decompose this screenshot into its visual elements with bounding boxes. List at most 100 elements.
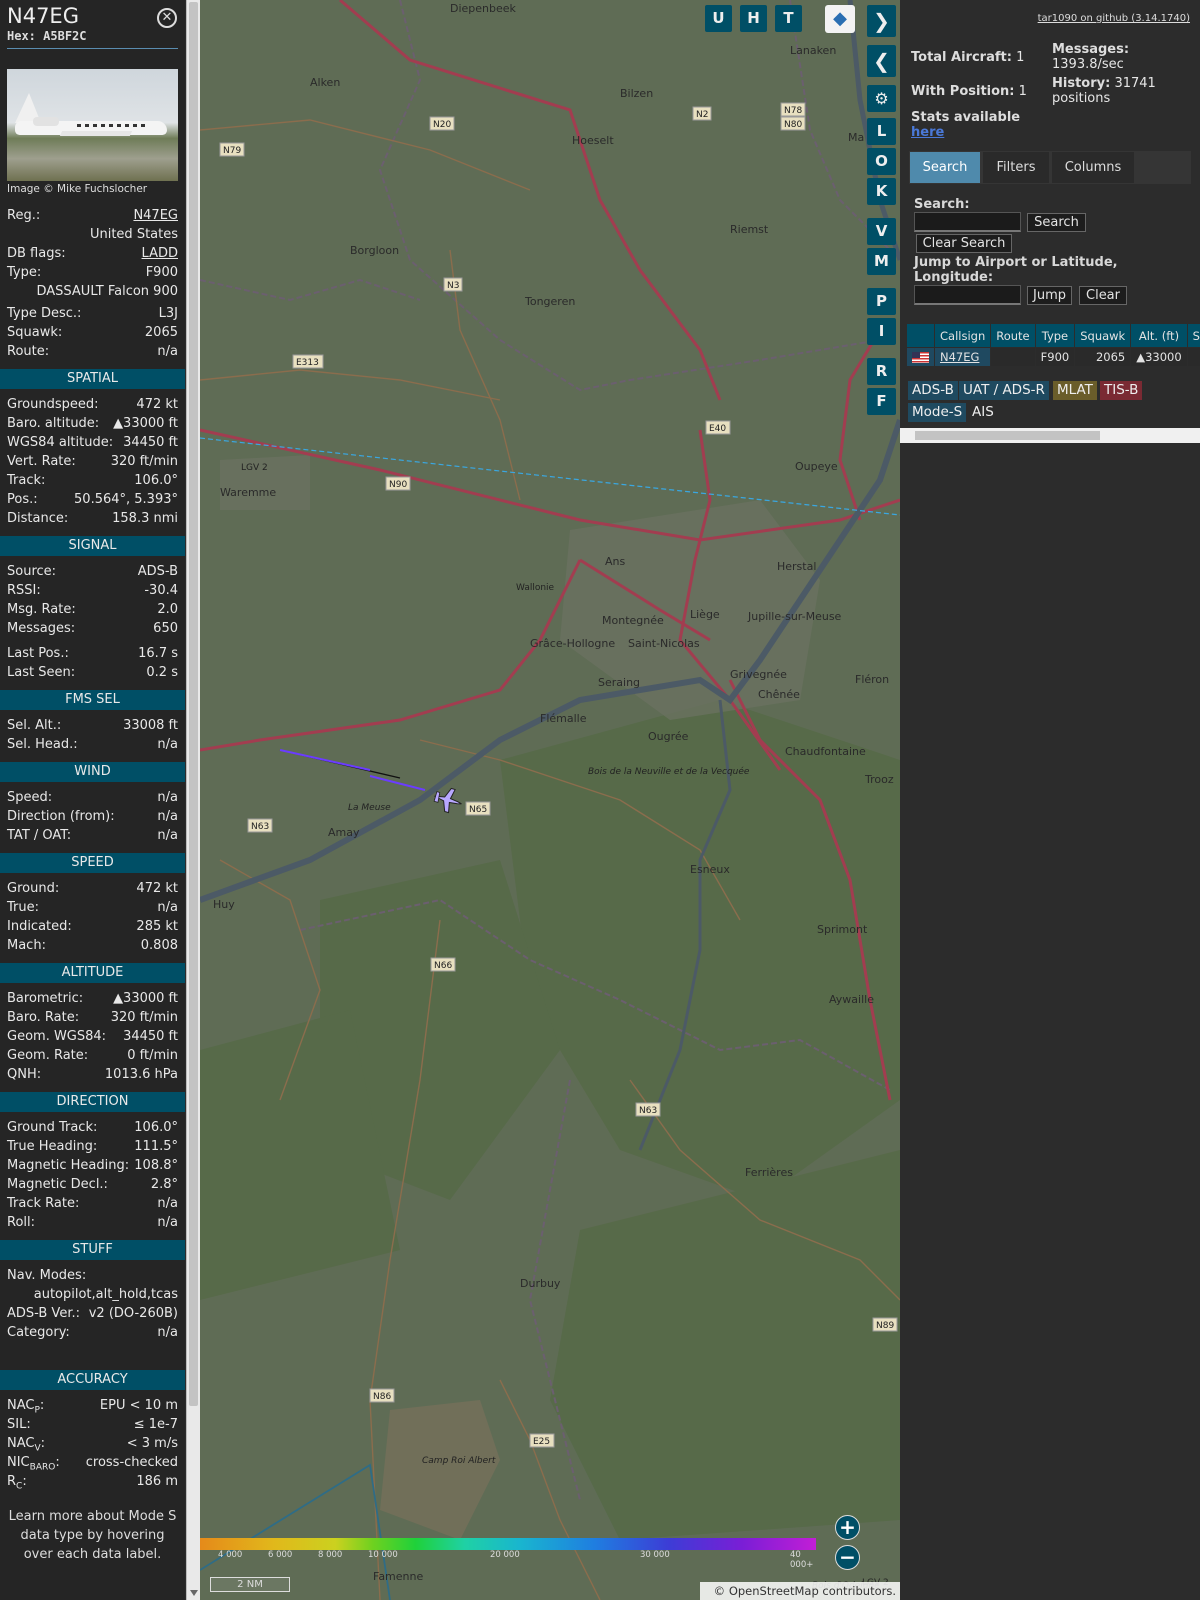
accuracy-colon: : — [22, 1474, 27, 1489]
place-label: Waremme — [220, 486, 276, 499]
colorbar-ticks: 4 000 6 000 8 000 10 000 20 000 30 000 40 000+ — [200, 1550, 816, 1570]
col-altitude[interactable]: Alt. (ft) — [1130, 323, 1188, 348]
area-label: Bois de la Neuville et de la Vecquée — [588, 766, 750, 777]
altitude-colorbar — [200, 1538, 816, 1550]
map-button-l[interactable]: L — [867, 118, 896, 145]
hex-code: Hex: A5BF2C — [7, 29, 178, 43]
road-label: N65 — [469, 805, 487, 815]
github-link[interactable]: tar1090 on github (3.14.1740) — [1038, 13, 1190, 24]
button-t[interactable]: T — [775, 5, 802, 32]
aircraft-info-panel: N47EG Hex: A5BF2C ✕ Image © Mike Fuchslo… — [0, 0, 185, 1600]
info-value: 158.3 nmi — [112, 511, 178, 526]
place-label: Aywaille — [829, 993, 874, 1006]
collapse-left-icon[interactable]: ❮ — [867, 45, 896, 77]
info-value: 50.564°, 5.393° — [74, 492, 178, 507]
history-label: History: — [1052, 76, 1111, 91]
info-value: 2.8° — [150, 1177, 178, 1192]
info-scrollbar[interactable] — [186, 0, 200, 1600]
section-direction: DIRECTION — [0, 1092, 185, 1112]
callsign-cell[interactable]: N47EG — [933, 347, 992, 367]
reg-link[interactable]: N47EG — [133, 206, 178, 225]
map-button-p[interactable]: P — [867, 288, 896, 315]
search-input[interactable] — [914, 212, 1021, 232]
tab-bar: Search Filters Columns — [909, 151, 1191, 184]
place-label: Amay — [328, 826, 360, 839]
close-icon[interactable]: ✕ — [157, 8, 177, 28]
type-value: F900 — [145, 265, 178, 280]
col-route[interactable]: Route — [990, 323, 1036, 348]
map-button-m[interactable]: M — [867, 248, 896, 275]
info-value: 320 ft/min — [110, 1010, 178, 1025]
withpos-label: With Position: — [911, 84, 1015, 99]
info-value: 33008 ft — [123, 718, 178, 733]
zoom-out-button[interactable]: − — [835, 1545, 860, 1570]
info-value: 472 kt — [136, 881, 178, 896]
total-value: 1 — [1016, 50, 1025, 65]
map-button-i[interactable]: I — [867, 318, 896, 345]
table-hscrollbar[interactable] — [900, 428, 1200, 443]
layers-icon[interactable]: ◆ — [825, 5, 855, 33]
callsign-link[interactable]: N47EG — [940, 350, 979, 364]
clear-jump-button[interactable]: Clear — [1079, 286, 1127, 305]
section-stuff: STUFF — [0, 1240, 185, 1260]
col-squawk[interactable]: Squawk — [1074, 323, 1132, 348]
signal-list: Source: ADS-B RSSI: -30.4 Msg. Rate: 2.0 Messa… — [0, 562, 185, 638]
map-button-o[interactable]: O — [867, 148, 896, 175]
clear-search-button[interactable]: Clear Search — [916, 234, 1012, 253]
info-label: Geom. WGS84: — [7, 1029, 107, 1044]
squawk-label: Squawk: — [7, 325, 63, 340]
road-label: N2 — [696, 110, 708, 120]
accuracy-colon: : — [55, 1455, 60, 1470]
tab-filters[interactable]: Filters — [983, 152, 1049, 183]
map-button-r[interactable]: R — [867, 358, 896, 385]
map-view[interactable]: Diepenbeek Alken Bilzen Lanaken Hoeselt Riems… — [200, 0, 900, 1600]
map-canvas[interactable]: Diepenbeek Alken Bilzen Lanaken Hoeselt Riems… — [200, 0, 900, 1600]
info-label: Msg. Rate: — [7, 602, 76, 617]
col-callsign[interactable]: Callsign — [933, 323, 992, 348]
tab-columns[interactable]: Columns — [1052, 152, 1134, 183]
info-row: Ground Track: 106.0° — [0, 1118, 185, 1137]
info-row: Direction (from): n/a — [0, 807, 185, 826]
settings-gear-icon[interactable]: ⚙ — [867, 85, 896, 112]
expand-right-icon[interactable]: ❯ — [867, 5, 896, 37]
info-label: Track Rate: — [7, 1196, 80, 1211]
colorbar-tick: 8 000 — [318, 1550, 343, 1560]
accuracy-colon: : — [39, 1398, 45, 1413]
reg-row: Reg.: N47EG — [0, 206, 185, 225]
map-button-k[interactable]: K — [867, 178, 896, 205]
button-h[interactable]: H — [740, 5, 767, 32]
info-scrollbar-thumb[interactable] — [189, 2, 198, 1406]
info-row: QNH: 1013.6 hPa — [0, 1065, 185, 1084]
info-row: Last Seen: 0.2 s — [0, 663, 185, 682]
dbflags-label: DB flags: — [7, 246, 66, 261]
accuracy-value: ≤ 1e-7 — [133, 1417, 178, 1432]
road-label: E40 — [709, 424, 726, 434]
section-signal: SIGNAL — [0, 536, 185, 556]
country-row: United States — [0, 225, 185, 244]
hscroll-thumb[interactable] — [915, 431, 1100, 440]
scroll-down-icon[interactable] — [190, 1590, 198, 1596]
map-attribution[interactable]: © OpenStreetMap contributors. — [700, 1582, 900, 1600]
aircraft-photo[interactable] — [7, 69, 178, 181]
jump-button[interactable]: Jump — [1027, 286, 1072, 305]
table-row[interactable]: N47EG F900 2065 ▲33000 — [906, 347, 1200, 367]
stats-here-link[interactable]: here — [911, 125, 944, 140]
place-label: Seraing — [598, 676, 640, 689]
map-button-v[interactable]: V — [867, 218, 896, 245]
info-row: Geom. WGS84: 34450 ft — [0, 1027, 185, 1046]
search-button[interactable]: Search — [1027, 213, 1086, 232]
info-row: Magnetic Heading: 108.8° — [0, 1156, 185, 1175]
col-speed[interactable]: Spd — [1186, 323, 1200, 348]
zoom-in-button[interactable]: + — [835, 1515, 860, 1540]
tab-search[interactable]: Search — [910, 152, 980, 183]
col-type[interactable]: Type — [1034, 323, 1076, 348]
type-cell: F900 — [1034, 347, 1076, 367]
jump-input[interactable] — [914, 285, 1021, 305]
info-value: ▲33000 ft — [113, 991, 178, 1006]
route-cell — [990, 347, 1036, 367]
route-label: Route: — [7, 344, 50, 359]
dbflags-link[interactable]: LADD — [142, 244, 178, 263]
col-flag[interactable] — [906, 323, 935, 348]
button-u[interactable]: U — [705, 5, 732, 32]
map-button-f[interactable]: F — [867, 388, 896, 415]
